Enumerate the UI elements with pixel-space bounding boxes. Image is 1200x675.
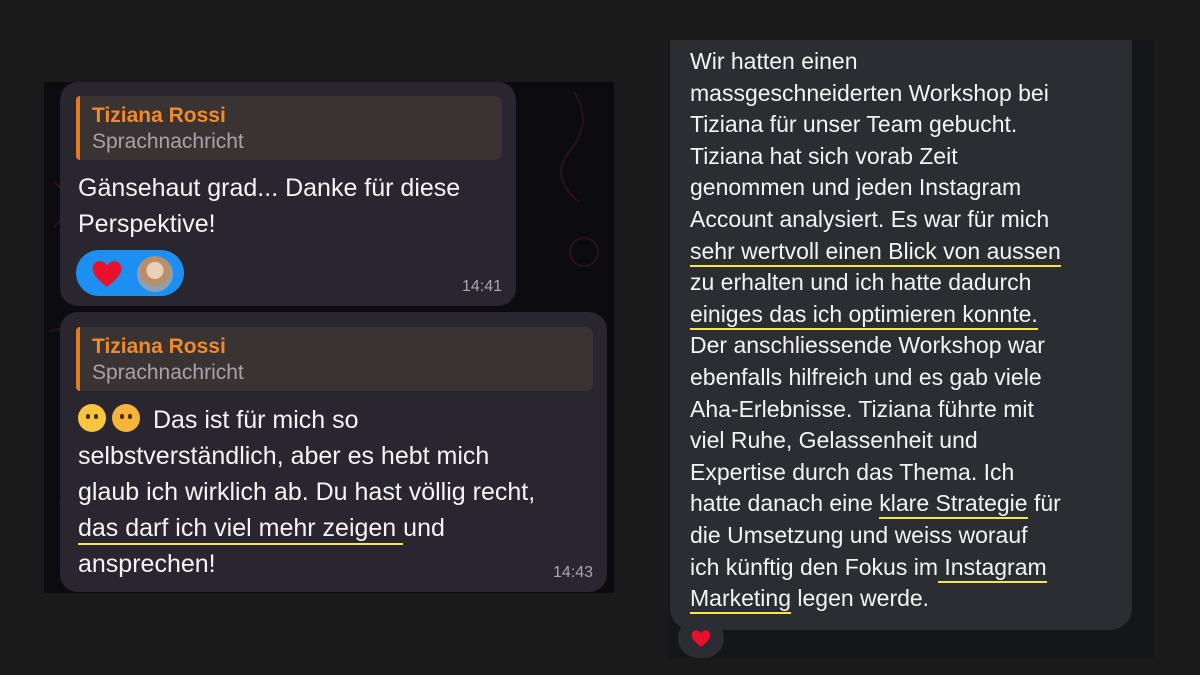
reaction-pill[interactable] — [76, 250, 184, 296]
message-line-text: und — [403, 514, 445, 542]
message-line: ansprechen! — [78, 550, 216, 578]
testimonial-line: genommen und jeden Instagram — [690, 172, 1120, 204]
message-line: Das ist für mich so — [78, 402, 598, 438]
testimonial-line: ich künftig den Fokus im Instagram — [690, 552, 1120, 584]
reply-author-name: Tiziana Rossi — [92, 104, 226, 127]
reaction-pill[interactable] — [678, 618, 724, 658]
testimonial-line-text: die Umsetzung und weiss worauf — [690, 521, 1028, 548]
testimonial-line: Tiziana für unser Team gebucht. — [690, 109, 1120, 141]
highlighted-phrase: das darf ich viel mehr zeigen — [78, 514, 404, 545]
message-line-text: Das ist für mich so — [152, 406, 359, 434]
testimonial-line: massgeschneiderten Workshop bei — [690, 78, 1120, 110]
reply-preview[interactable]: Tiziana Rossi Sprachnachricht — [76, 96, 502, 160]
heart-icon — [691, 630, 711, 647]
testimonial-line-text: Account analysiert. Es war für mich — [690, 205, 1050, 232]
testimonial-line: Tiziana hat sich vorab Zeit — [690, 141, 1120, 173]
testimonial-bubble[interactable]: Wir hatten einen massgeschneiderten Works… — [670, 40, 1132, 630]
testimonial-line-text: legen werde. — [790, 585, 930, 612]
testimonial-line-text: Tiziana für unser Team gebucht. — [690, 111, 1018, 138]
testimonial-line-text: Der anschliessende Workshop war — [690, 332, 1045, 359]
testimonial-line-text: ebenfalls hilfreich und es gab viele — [690, 363, 1042, 390]
reply-preview[interactable]: Tiziana Rossi Sprachnachricht — [76, 327, 593, 391]
smiling-face-with-hearts-icon — [112, 404, 140, 432]
highlighted-phrase: Marketing — [690, 585, 791, 615]
message-line: selbstverständlich, aber es hebt mich — [78, 442, 490, 470]
chat-panel-right: Wir hatten einen massgeschneiderten Works… — [668, 40, 1154, 658]
message-timestamp: 14:43 — [552, 564, 593, 581]
testimonial-line: Wir hatten einen — [690, 46, 1120, 78]
message-line: Perspektive! — [78, 210, 216, 238]
testimonial-line: einiges das ich optimieren konnte. — [690, 299, 1120, 331]
highlighted-phrase: Instagram — [938, 553, 1047, 583]
testimonial-line-text: Wir hatten einen — [690, 48, 858, 74]
testimonial-line: die Umsetzung und weiss worauf — [690, 520, 1120, 552]
testimonial-line-text: Expertise durch das Thema. Ich — [690, 458, 1015, 485]
testimonial-line: Expertise durch das Thema. Ich — [690, 457, 1120, 489]
testimonial-line-text: massgeschneiderten Workshop bei — [690, 79, 1049, 106]
testimonial-line: hatte danach eine klare Strategie für — [690, 488, 1120, 520]
highlighted-phrase: klare Strategie — [879, 490, 1028, 520]
message-bubble-1[interactable]: Tiziana Rossi Sprachnachricht Gänsehaut … — [60, 82, 516, 306]
testimonial-line-text: hatte danach eine — [690, 490, 880, 517]
testimonial-line: Marketing legen werde. — [690, 583, 1120, 615]
testimonial-line: zu erhalten und ich hatte dadurch — [690, 267, 1120, 299]
testimonial-line: viel Ruhe, Gelassenheit und — [690, 425, 1120, 457]
reply-subtitle: Sprachnachricht — [92, 130, 244, 153]
testimonial-text: Wir hatten einen massgeschneiderten Works… — [690, 46, 1120, 615]
testimonial-line-text: Aha-Erlebnisse. Tiziana führte mit — [690, 395, 1034, 422]
testimonial-line: Account analysiert. Es war für mich — [690, 204, 1120, 236]
testimonial-line-text: für — [1027, 490, 1061, 517]
testimonial-line-text: genommen und jeden Instagram — [690, 174, 1022, 201]
message-text: Gänsehaut grad... Danke für diese Perspe… — [78, 170, 508, 242]
testimonial-line: ebenfalls hilfreich und es gab viele — [690, 362, 1120, 394]
message-text: Das ist für mich so selbstverständlich, … — [78, 402, 598, 582]
heart-icon — [92, 261, 122, 287]
testimonial-line-text: Tiziana hat sich vorab Zeit — [690, 142, 958, 169]
message-bubble-2[interactable]: Tiziana Rossi Sprachnachricht Das ist fü… — [60, 312, 607, 592]
testimonial-line-text: ich künftig den Fokus im — [690, 553, 939, 580]
reply-subtitle: Sprachnachricht — [92, 361, 244, 384]
highlighted-phrase: sehr wertvoll einen Blick von aussen — [690, 237, 1061, 267]
highlighted-phrase: einiges das ich optimieren konnte. — [690, 300, 1038, 330]
testimonial-line-text: viel Ruhe, Gelassenheit und — [690, 427, 978, 454]
avatar — [136, 255, 174, 293]
testimonial-line: Aha-Erlebnisse. Tiziana führte mit — [690, 394, 1120, 426]
testimonial-line: Der anschliessende Workshop war — [690, 330, 1120, 362]
reply-author-name: Tiziana Rossi — [92, 335, 226, 358]
message-line: Gänsehaut grad... Danke für diese — [78, 174, 461, 202]
message-line: glaub ich wirklich ab. Du hast völlig re… — [78, 478, 536, 506]
chat-panel-left: Tiziana Rossi Sprachnachricht Gänsehaut … — [44, 82, 614, 593]
testimonial-line: sehr wertvoll einen Blick von aussen — [690, 236, 1120, 268]
message-line: das darf ich viel mehr zeigen und — [78, 510, 598, 546]
pleading-face-icon — [78, 404, 106, 432]
message-timestamp: 14:41 — [461, 278, 502, 295]
testimonial-line-text: zu erhalten und ich hatte dadurch — [690, 269, 1032, 296]
